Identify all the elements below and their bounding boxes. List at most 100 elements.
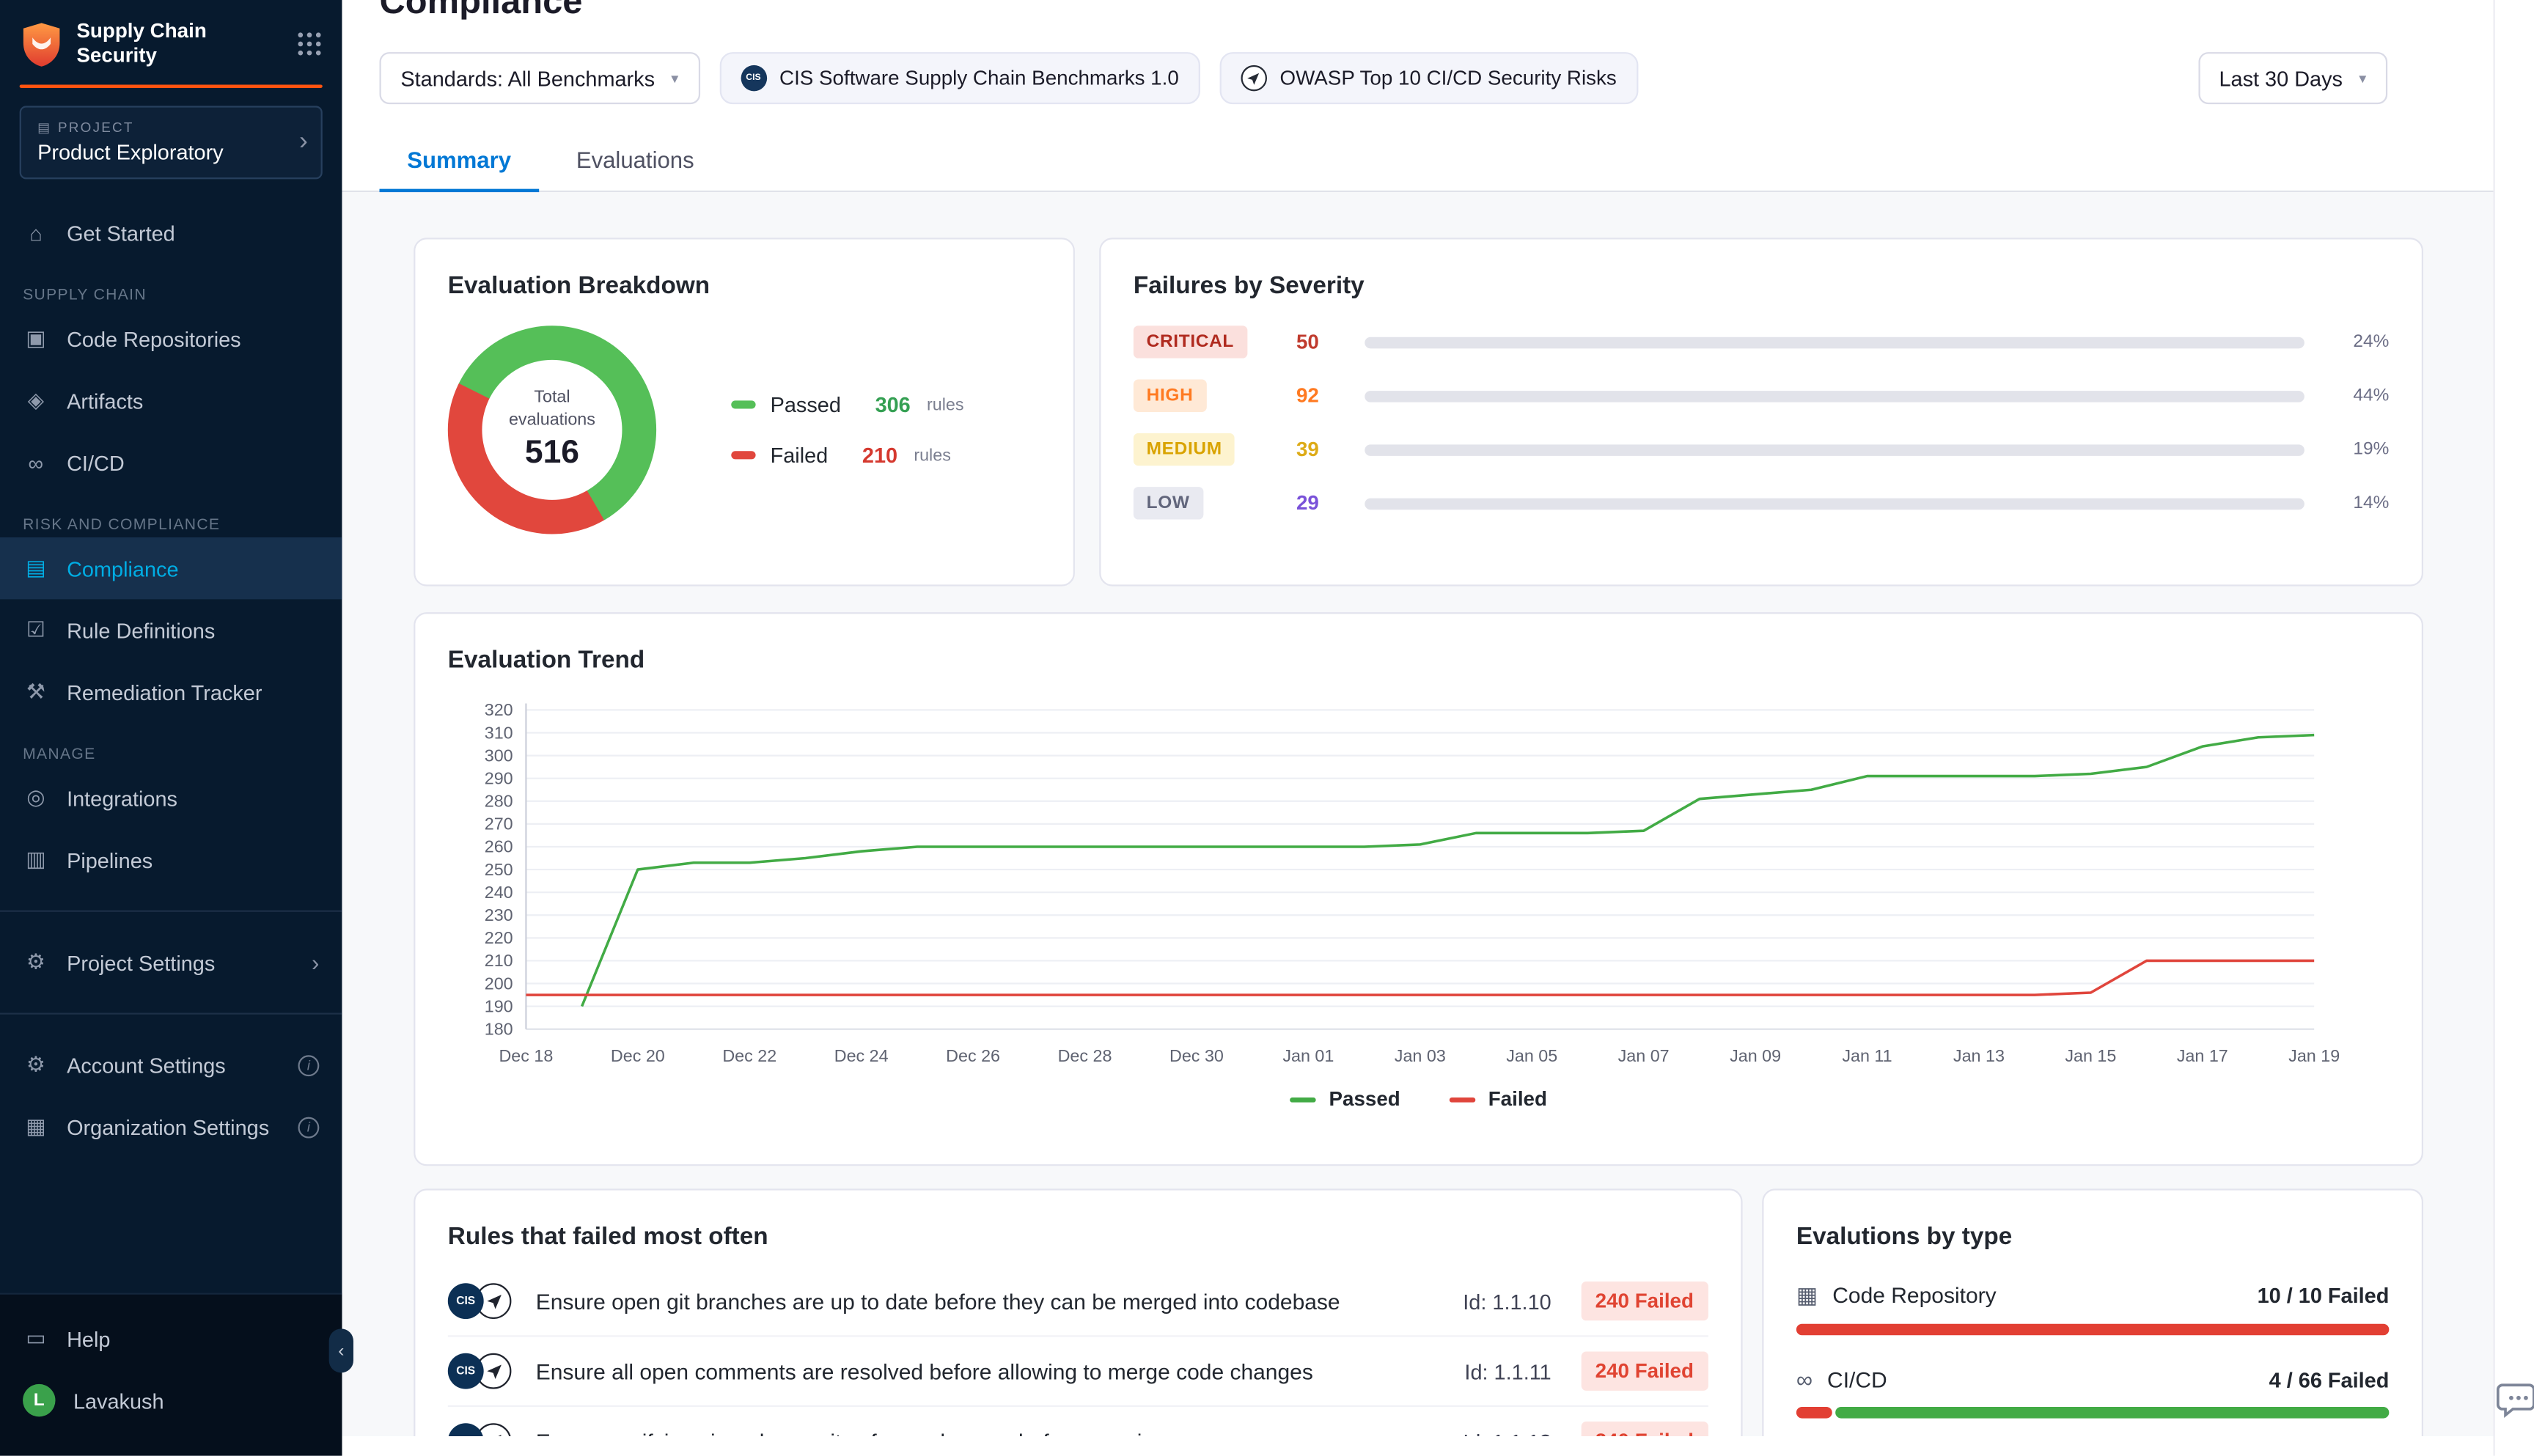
sidebar-collapse-handle[interactable]: ‹ (329, 1328, 353, 1372)
checklist-icon: ☑ (23, 617, 49, 644)
repository-icon: ▦ (1796, 1282, 1818, 1309)
sidebar-item-integrations[interactable]: ◎ Integrations (0, 767, 342, 828)
svg-text:Jan 07: Jan 07 (1618, 1046, 1670, 1065)
failed-count-badge: 240 Failed (1581, 1422, 1708, 1436)
type-failed-value: 4 / 66 Failed (2269, 1367, 2390, 1391)
chevron-down-icon: ▾ (2359, 69, 2366, 87)
sidebar-item-code-repositories[interactable]: ▣ Code Repositories (0, 308, 342, 369)
donut-legend-swatch (731, 451, 755, 459)
sidebar-item-remediation-tracker[interactable]: ⚒ Remediation Tracker (0, 661, 342, 723)
filter-bar: Standards: All Benchmarks ▾ CIS CIS Soft… (342, 20, 2534, 104)
card-title: Rules that failed most often (448, 1223, 1708, 1251)
svg-text:Jan 01: Jan 01 (1282, 1046, 1334, 1065)
project-name: Product Exploratory (37, 140, 285, 164)
sidebar-item-pipelines[interactable]: ▥ Pipelines (0, 829, 342, 891)
pipelines-icon: ▥ (23, 847, 49, 873)
sidebar-item-get-started[interactable]: ⌂ Get Started (0, 202, 342, 263)
rule-source-icons: CIS (448, 1353, 512, 1389)
infinity-icon: ∞ (1796, 1367, 1813, 1393)
svg-text:260: 260 (485, 837, 513, 856)
cis-benchmark-chip[interactable]: CIS CIS Software Supply Chain Benchmarks… (719, 52, 1200, 104)
sidebar-item-cicd[interactable]: ∞ CI/CD (0, 432, 342, 493)
svg-text:Jan 15: Jan 15 (2065, 1046, 2116, 1065)
infinity-icon: ∞ (23, 450, 49, 474)
svg-text:Dec 20: Dec 20 (611, 1046, 665, 1065)
type-bar (1796, 1407, 2389, 1419)
sidebar-item-artifacts[interactable]: ◈ Artifacts (0, 369, 342, 431)
severity-bar-track (1365, 498, 2305, 510)
legend-item-passed: Passed (1290, 1088, 1400, 1111)
chat-help-icon[interactable] (2494, 1378, 2534, 1423)
severity-percent: 14% (2334, 493, 2390, 513)
rule-id: Id: 1.1.12 (1463, 1429, 1551, 1436)
integrations-icon: ◎ (23, 785, 49, 812)
type-label: Code Repository (1832, 1283, 1996, 1307)
sidebar-item-rule-definitions[interactable]: ☑ Rule Definitions (0, 599, 342, 661)
svg-text:Dec 18: Dec 18 (499, 1046, 553, 1065)
svg-text:Jan 19: Jan 19 (2288, 1046, 2340, 1065)
tab-bar: Summary Evaluations (342, 130, 2534, 192)
donut-center: Total evaluations 516 (482, 360, 622, 500)
donut-total-value: 516 (525, 434, 579, 471)
svg-text:Dec 30: Dec 30 (1169, 1046, 1224, 1065)
module-grid-icon[interactable] (296, 31, 323, 57)
sidebar-item-project-settings[interactable]: ⚙ Project Settings › (0, 931, 342, 993)
rule-row[interactable]: CIS Ensure open git branches are up to d… (448, 1267, 1708, 1337)
owasp-chip[interactable]: OWASP Top 10 CI/CD Security Risks (1219, 52, 1637, 104)
user-menu[interactable]: L Lavakush (0, 1369, 342, 1431)
cis-logo-icon: CIS (448, 1353, 484, 1389)
severity-row: LOW 29 14% (1134, 487, 2389, 519)
tab-evaluations[interactable]: Evaluations (548, 130, 721, 191)
cis-logo-icon: CIS (448, 1283, 484, 1319)
svg-text:210: 210 (485, 951, 513, 970)
severity-bar-track (1365, 444, 2305, 455)
chevron-right-icon: › (299, 128, 308, 157)
svg-text:Jan 11: Jan 11 (1842, 1046, 1892, 1065)
standards-filter-dropdown[interactable]: Standards: All Benchmarks ▾ (380, 52, 700, 104)
cis-logo-icon: CIS (448, 1423, 484, 1436)
svg-text:320: 320 (485, 700, 513, 719)
owasp-logo-icon (1241, 65, 1267, 92)
failed-count-badge: 240 Failed (1581, 1352, 1708, 1391)
card-title: Evalutions by type (1796, 1223, 2389, 1251)
severity-percent: 19% (2334, 440, 2390, 460)
svg-text:300: 300 (485, 746, 513, 765)
svg-text:Jan 03: Jan 03 (1395, 1046, 1446, 1065)
sidebar-item-account-settings[interactable]: ⚙ Account Settings i (0, 1034, 342, 1095)
svg-text:Jan 09: Jan 09 (1730, 1046, 1781, 1065)
section-label-manage: MANAGE (0, 723, 342, 767)
tab-summary[interactable]: Summary (380, 130, 539, 192)
donut-legend-swatch (731, 400, 755, 408)
date-range-dropdown[interactable]: Last 30 Days ▾ (2198, 52, 2388, 104)
svg-text:Jan 05: Jan 05 (1506, 1046, 1557, 1065)
sidebar-item-organization-settings[interactable]: ▦ Organization Settings i (0, 1096, 342, 1158)
severity-count: 39 (1296, 438, 1365, 460)
sidebar-item-compliance[interactable]: ▤ Compliance (0, 537, 342, 599)
svg-text:Dec 26: Dec 26 (946, 1046, 1000, 1065)
svg-text:Dec 22: Dec 22 (722, 1046, 776, 1065)
severity-percent: 44% (2334, 386, 2390, 405)
scrollbar-gutter (2494, 0, 2534, 1456)
svg-text:Jan 17: Jan 17 (2177, 1046, 2228, 1065)
severity-row: CRITICAL 50 24% (1134, 326, 2389, 358)
donut-legend-value: 306 (875, 392, 911, 416)
rule-row[interactable]: CIS Ensure verifying signed commits of n… (448, 1407, 1708, 1436)
severity-bar-track (1365, 390, 2305, 402)
rule-row[interactable]: CIS Ensure all open comments are resolve… (448, 1337, 1708, 1408)
severity-count: 50 (1296, 331, 1365, 353)
home-icon: ⌂ (23, 221, 49, 245)
project-selector[interactable]: ▤ PROJECT Product Exploratory › (20, 106, 323, 179)
severity-percent: 24% (2334, 332, 2390, 352)
svg-text:290: 290 (485, 768, 513, 787)
sidebar-nav: ⌂ Get Started SUPPLY CHAIN ▣ Code Reposi… (0, 202, 342, 1158)
app-logo-shield-icon (20, 21, 64, 67)
svg-text:Dec 24: Dec 24 (834, 1046, 889, 1065)
main-area: Compliance Standards: All Benchmarks ▾ C… (342, 0, 2534, 1456)
rules-failed-card: Rules that failed most often CIS Ensure … (414, 1188, 1742, 1436)
severity-badge: HIGH (1134, 380, 1206, 412)
help-button[interactable]: ▭ Help (0, 1308, 342, 1369)
organization-icon: ▦ (23, 1114, 49, 1140)
rule-id: Id: 1.1.11 (1464, 1359, 1551, 1383)
svg-text:280: 280 (485, 792, 513, 811)
rule-source-icons: CIS (448, 1283, 512, 1319)
